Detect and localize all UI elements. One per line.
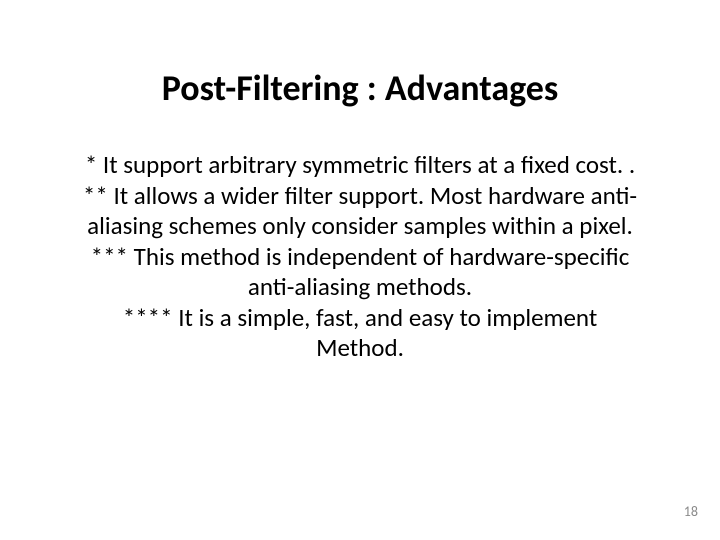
slide-title: Post-Filtering : Advantages — [0, 66, 720, 110]
body-line: *** This method is independent of hardwa… — [40, 242, 680, 273]
page-number: 18 — [684, 503, 698, 520]
slide-body: * It support arbitrary symmetric filters… — [40, 150, 680, 364]
body-line: anti-aliasing methods. — [40, 272, 680, 303]
body-line: aliasing schemes only consider samples w… — [40, 211, 680, 242]
body-line: ** It allows a wider filter support. Mos… — [40, 181, 680, 212]
slide: Post-Filtering : Advantages * It support… — [0, 0, 720, 540]
body-line: **** It is a simple, fast, and easy to i… — [40, 303, 680, 334]
body-line: * It support arbitrary symmetric filters… — [40, 150, 680, 181]
body-line: Method. — [40, 333, 680, 364]
